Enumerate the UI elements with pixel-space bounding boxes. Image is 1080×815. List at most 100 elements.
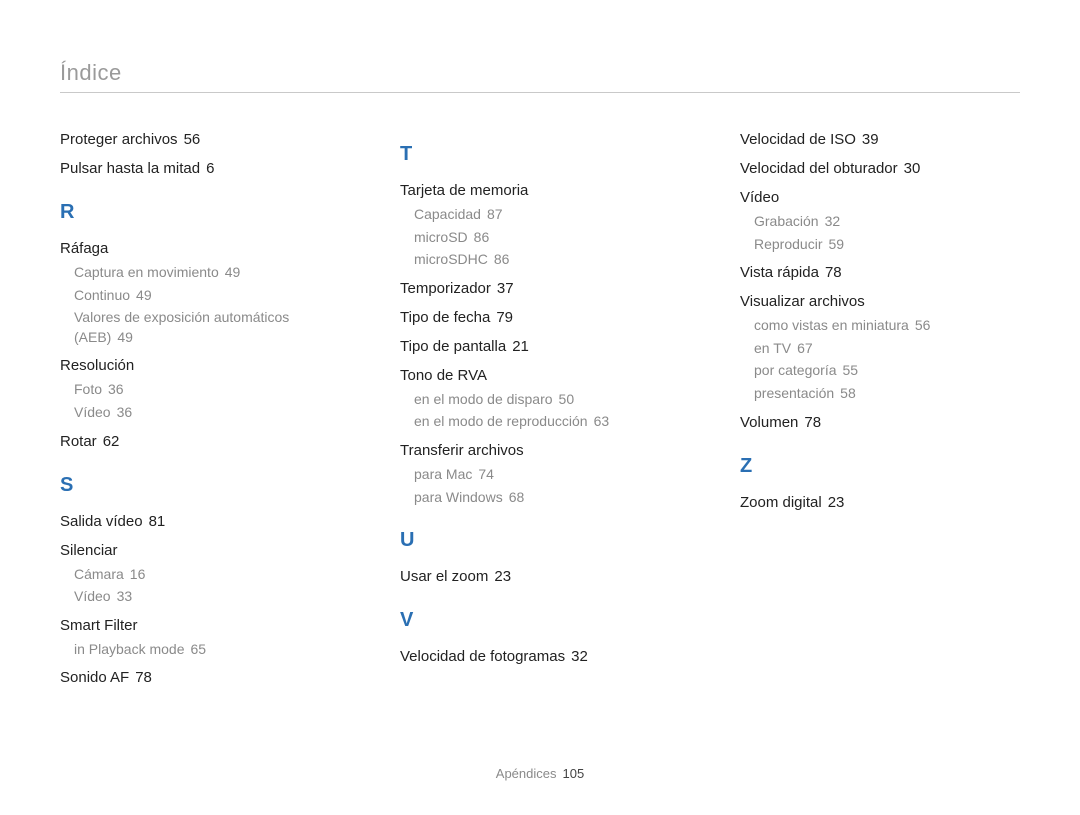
- index-subentry[interactable]: Grabación32: [754, 212, 1020, 232]
- index-entry-page: 32: [571, 648, 588, 665]
- index-subentry-page: 50: [559, 391, 575, 407]
- index-entry[interactable]: Salida vídeo 81: [60, 511, 340, 532]
- index-entry-page: 39: [862, 131, 879, 148]
- index-subentry[interactable]: en TV 67: [754, 339, 1020, 359]
- index-entry[interactable]: Velocidad del obturador30: [740, 158, 1020, 179]
- index-entry-label: Zoom digital: [740, 494, 822, 511]
- index-entry[interactable]: Tipo de fecha 79: [400, 307, 680, 328]
- index-entry-page: 23: [828, 494, 845, 511]
- index-subentry[interactable]: en el modo de disparo 50: [414, 390, 680, 410]
- index-subentry-page: 59: [828, 236, 844, 252]
- index-entry[interactable]: Volumen78: [740, 412, 1020, 433]
- index-letter: T: [400, 143, 680, 166]
- index-entry[interactable]: Tono de RVA: [400, 365, 680, 386]
- index-letter: U: [400, 529, 680, 552]
- index-subentry-page: 49: [225, 264, 241, 280]
- index-subentry-label: para Mac: [414, 466, 472, 482]
- index-entry[interactable]: Proteger archivos56: [60, 129, 340, 150]
- index-entry-label: Salida vídeo: [60, 513, 143, 530]
- index-entry[interactable]: Vídeo: [740, 187, 1020, 208]
- index-entry[interactable]: Tipo de pantalla21: [400, 336, 680, 357]
- index-subentry-page: 55: [843, 362, 859, 378]
- index-subentry-label: Vídeo: [74, 404, 111, 420]
- index-letter: S: [60, 474, 340, 497]
- index-subentry[interactable]: Reproducir59: [754, 235, 1020, 255]
- index-entry-page: 81: [149, 513, 166, 530]
- index-subentry[interactable]: Vídeo 36: [74, 403, 340, 423]
- index-subentry[interactable]: Continuo49: [74, 286, 340, 306]
- index-entry-label: Ráfaga: [60, 240, 108, 257]
- index-entry-label: Sonido AF: [60, 669, 129, 686]
- index-column: T Tarjeta de memoria Capacidad87 microSD86m…: [400, 121, 680, 692]
- index-subentry-label: Vídeo: [74, 588, 111, 604]
- index-subentry-page: 58: [840, 385, 856, 401]
- index-entry-label: Tarjeta de memoria: [400, 182, 528, 199]
- index-subentry[interactable]: Capacidad87: [414, 205, 680, 225]
- index-subentry-label: Grabación: [754, 213, 819, 229]
- index-entry[interactable]: Tarjeta de memoria: [400, 180, 680, 201]
- index-subentry[interactable]: para Mac74: [414, 465, 680, 485]
- index-subentry-page: 87: [487, 206, 503, 222]
- index-entry[interactable]: Pulsar hasta la mitad 6: [60, 158, 340, 179]
- page-title: Índice: [60, 60, 1020, 93]
- index-subentry[interactable]: Vídeo 33: [74, 587, 340, 607]
- index-subentry[interactable]: Foto36: [74, 380, 340, 400]
- page: Índice Proteger archivos56Pulsar hasta l…: [0, 0, 1080, 815]
- index-entry[interactable]: Velocidad de ISO 39: [740, 129, 1020, 150]
- index-subentry[interactable]: para Windows68: [414, 488, 680, 508]
- index-letter: V: [400, 609, 680, 632]
- index-entry[interactable]: Sonido AF78: [60, 667, 340, 688]
- index-subentry[interactable]: en el modo de reproducción63: [414, 412, 680, 432]
- index-subentry-label: Foto: [74, 381, 102, 397]
- index-entry[interactable]: Ráfaga: [60, 238, 340, 259]
- index-subentry[interactable]: Cámara16: [74, 565, 340, 585]
- index-subentry[interactable]: microSD86: [414, 228, 680, 248]
- footer-label: Apéndices: [496, 766, 557, 781]
- index-subentry-label: presentación: [754, 385, 834, 401]
- index-entry-page: 6: [206, 160, 214, 177]
- index-entry-page: 23: [494, 568, 511, 585]
- index-subentry-label: en el modo de disparo: [414, 391, 553, 407]
- index-subentry-page: 49: [117, 329, 133, 345]
- index-entry[interactable]: Zoom digital 23: [740, 492, 1020, 513]
- index-entry-label: Velocidad de ISO: [740, 131, 856, 148]
- index-entry-page: 79: [496, 309, 513, 326]
- index-subentry-label: Captura en movimiento: [74, 264, 219, 280]
- index-columns: Proteger archivos56Pulsar hasta la mitad…: [60, 121, 1020, 692]
- index-subentry[interactable]: Valores de exposición automáticos (AEB)4…: [74, 308, 340, 347]
- index-entry-label: Silenciar: [60, 542, 118, 559]
- index-entry-label: Resolución: [60, 357, 134, 374]
- index-subentry-page: 36: [117, 404, 133, 420]
- index-entry[interactable]: Resolución: [60, 355, 340, 376]
- index-subentry[interactable]: Captura en movimiento 49: [74, 263, 340, 283]
- index-subentry[interactable]: por categoría55: [754, 361, 1020, 381]
- index-subentry-label: Valores de exposición automáticos (AEB): [74, 309, 289, 345]
- index-entry[interactable]: Temporizador37: [400, 278, 680, 299]
- index-entry-label: Vista rápida: [740, 264, 819, 281]
- index-entry[interactable]: Silenciar: [60, 540, 340, 561]
- index-subentry-label: como vistas en miniatura: [754, 317, 909, 333]
- index-entry[interactable]: Transferir archivos: [400, 440, 680, 461]
- index-entry[interactable]: Smart Filter: [60, 615, 340, 636]
- index-subentry-page: 67: [797, 340, 813, 356]
- index-subentry-page: 33: [117, 588, 133, 604]
- index-entry[interactable]: Usar el zoom23: [400, 566, 680, 587]
- index-subentry-page: 56: [915, 317, 931, 333]
- index-entry[interactable]: Visualizar archivos: [740, 291, 1020, 312]
- index-entry-label: Proteger archivos: [60, 131, 178, 148]
- index-entry[interactable]: Vista rápida78: [740, 262, 1020, 283]
- index-entry[interactable]: Rotar62: [60, 431, 340, 452]
- index-entry[interactable]: Velocidad de fotogramas32: [400, 646, 680, 667]
- index-subentry-label: en TV: [754, 340, 791, 356]
- index-entry-label: Pulsar hasta la mitad: [60, 160, 200, 177]
- index-subentry[interactable]: presentación 58: [754, 384, 1020, 404]
- index-entry-page: 37: [497, 280, 514, 297]
- index-entry-label: Tipo de fecha: [400, 309, 490, 326]
- index-subentry[interactable]: in Playback mode65: [74, 640, 340, 660]
- index-subentry[interactable]: como vistas en miniatura 56: [754, 316, 1020, 336]
- footer-page-number: 105: [563, 766, 585, 781]
- index-subentry-page: 16: [130, 566, 146, 582]
- index-column: Proteger archivos56 Pulsar hasta la mitad…: [60, 121, 340, 692]
- index-subentry[interactable]: microSDHC86: [414, 250, 680, 270]
- index-letter: R: [60, 201, 340, 224]
